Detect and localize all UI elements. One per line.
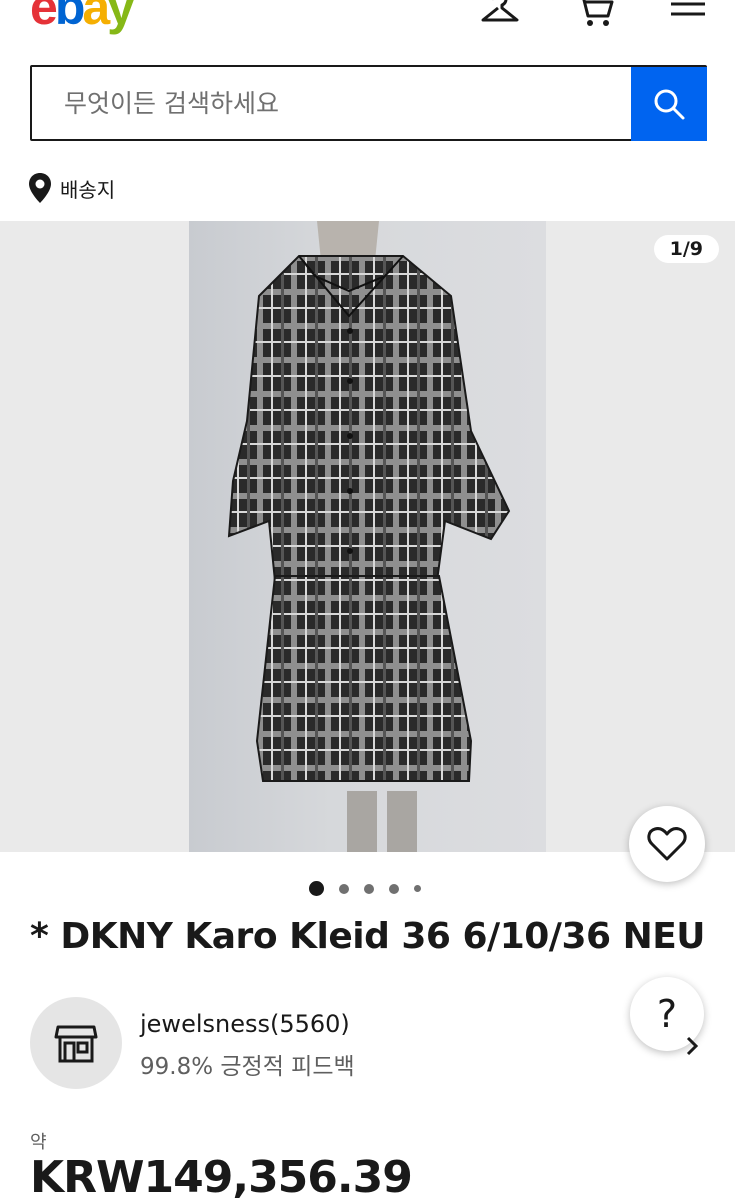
seller-name[interactable]: jewelsness(5560) <box>140 1010 350 1038</box>
seller-feedback: 99.8% 긍정적 피드백 <box>140 1054 355 1080</box>
carousel-dot[interactable] <box>339 883 349 894</box>
carousel-dot[interactable] <box>389 883 399 894</box>
menu-icon[interactable] <box>668 0 708 28</box>
search-input[interactable] <box>32 67 631 139</box>
header: ebay <box>0 0 735 50</box>
image-gallery[interactable]: 1/9 <box>0 221 735 852</box>
ship-to-label: 배송지 <box>60 177 116 202</box>
hanger-icon[interactable] <box>480 0 520 28</box>
search-button[interactable] <box>631 67 707 141</box>
price-approx-label: 약 <box>30 1132 47 1153</box>
heart-icon <box>647 827 687 861</box>
search-icon <box>654 89 685 120</box>
ebay-logo[interactable]: ebay <box>30 0 135 32</box>
search-bar <box>30 65 707 141</box>
location-pin-icon <box>29 173 51 203</box>
store-icon <box>54 1025 98 1063</box>
watch-button[interactable] <box>629 806 705 882</box>
item-title: * DKNY Karo Kleid 36 6/10/36 NEU <box>30 916 706 957</box>
product-image[interactable] <box>189 221 546 852</box>
image-counter: 1/9 <box>653 235 719 263</box>
ship-to[interactable]: 배송지 <box>28 172 115 204</box>
carousel-dots <box>309 881 421 896</box>
dress-image <box>227 221 511 852</box>
carousel-dot[interactable] <box>309 881 324 896</box>
chevron-right-icon[interactable] <box>682 1034 702 1058</box>
item-price: KRW149,356.39 <box>30 1152 413 1200</box>
cart-icon[interactable] <box>575 0 615 28</box>
seller-avatar[interactable] <box>30 997 122 1089</box>
carousel-dot[interactable] <box>364 883 374 894</box>
carousel-dot[interactable] <box>414 885 421 892</box>
